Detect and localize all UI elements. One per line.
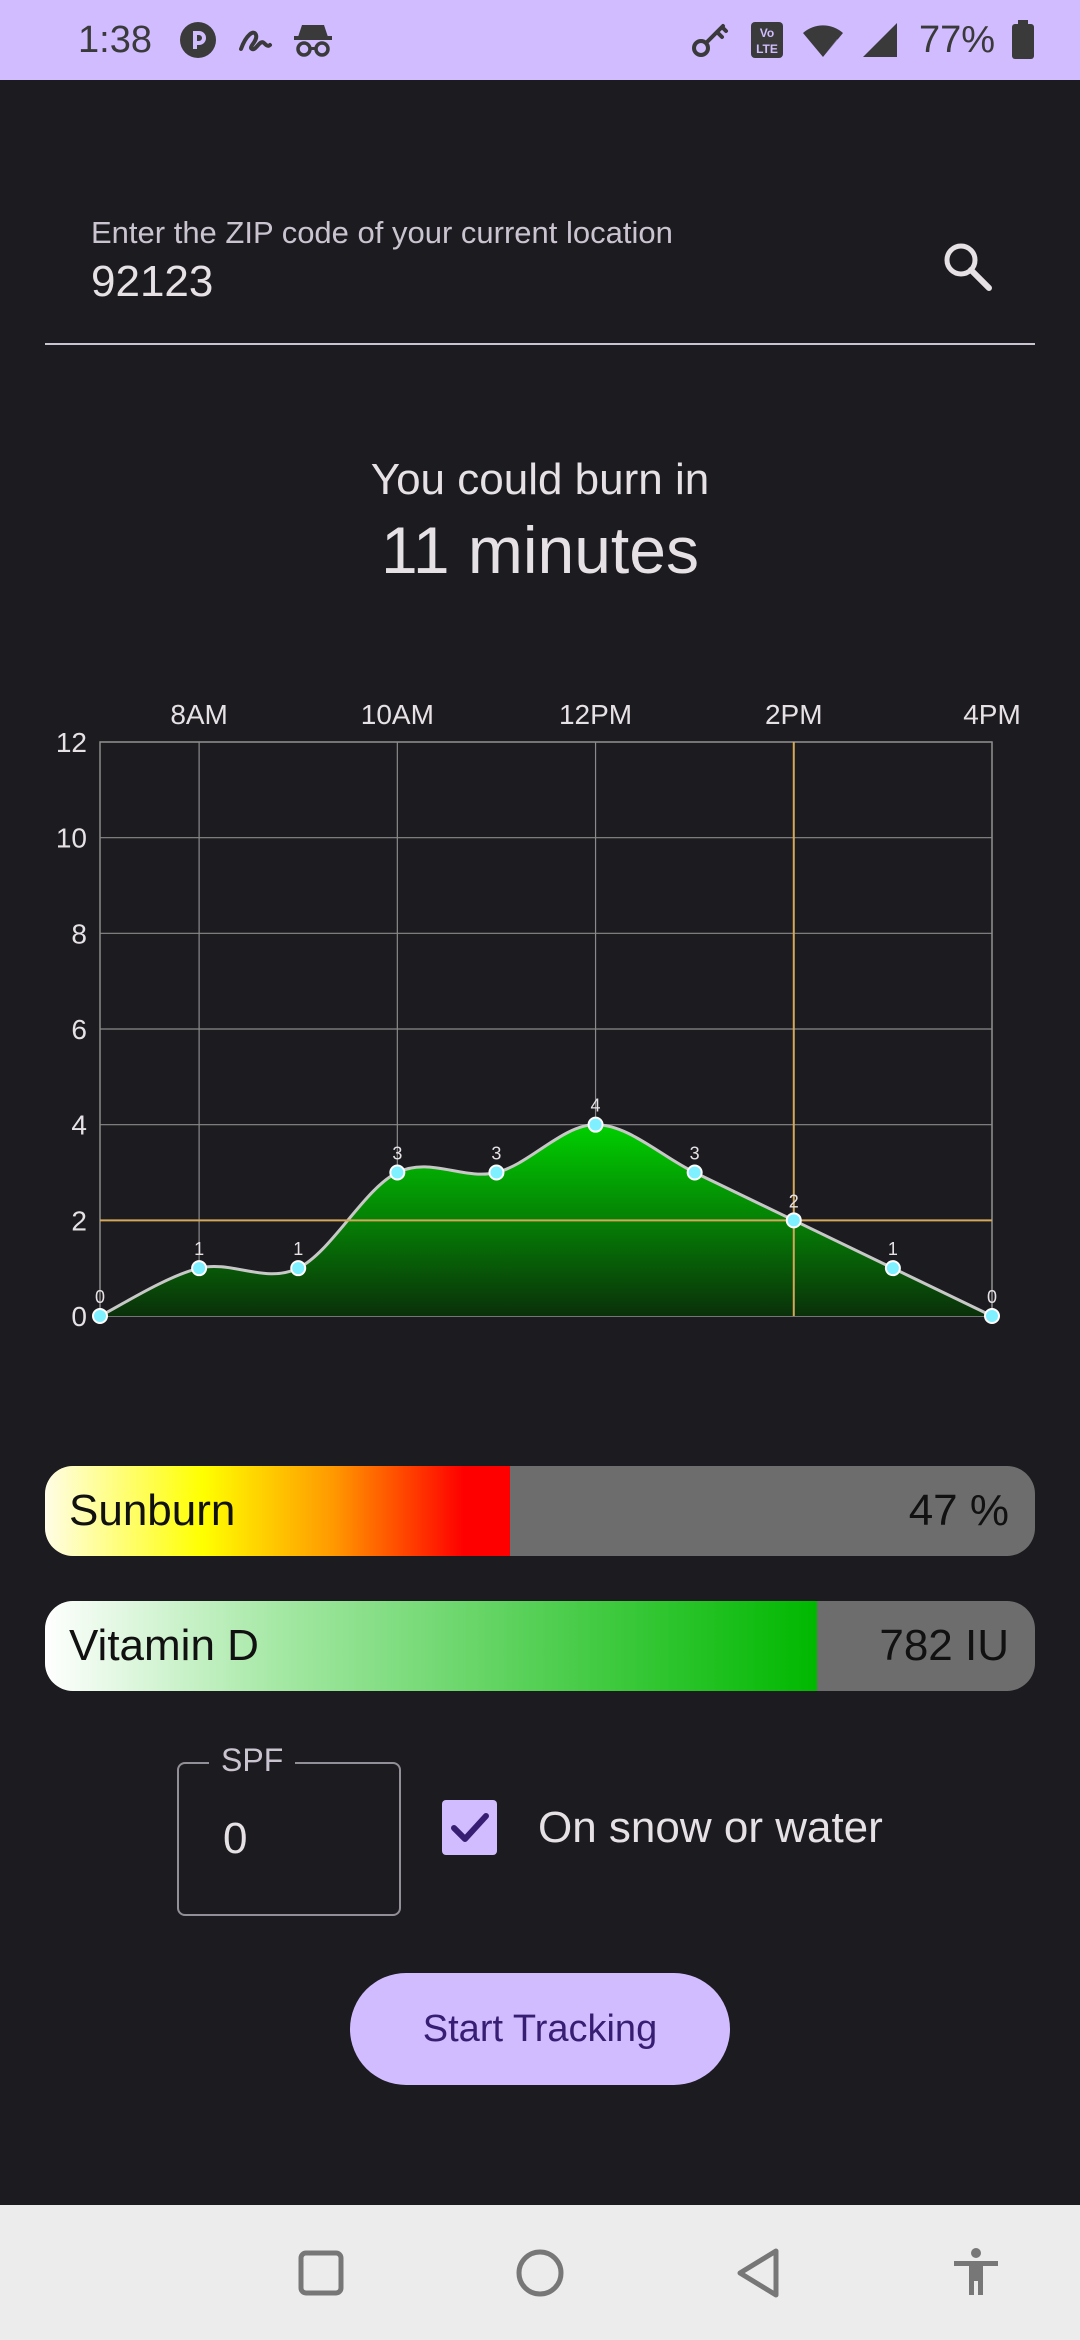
y-tick-label: 0 xyxy=(71,1301,87,1332)
y-tick-label: 8 xyxy=(71,918,87,949)
data-point xyxy=(191,1260,208,1277)
data-point xyxy=(785,1212,802,1229)
sunburn-value: 47 % xyxy=(908,1486,1009,1535)
start-tracking-button[interactable]: Start Tracking xyxy=(350,1973,730,2085)
y-tick-label: 10 xyxy=(56,823,87,854)
status-icons-left xyxy=(178,20,334,60)
snow-water-checkbox[interactable] xyxy=(442,1800,497,1855)
y-tick-label: 6 xyxy=(71,1014,87,1045)
status-bar: 1:38 Vo LTE 77% xyxy=(0,0,1080,80)
battery-percent: 77% xyxy=(918,18,995,61)
status-time: 1:38 xyxy=(78,18,152,61)
y-tick-label: 12 xyxy=(56,727,87,758)
x-tick-label: 2PM xyxy=(765,699,823,730)
zip-code-input[interactable]: 92123 xyxy=(91,257,213,307)
data-label: 1 xyxy=(888,1239,898,1259)
data-point xyxy=(290,1260,307,1277)
checkmark-icon xyxy=(451,1813,489,1842)
data-label: 3 xyxy=(491,1144,501,1164)
data-point xyxy=(587,1116,604,1133)
snow-water-label[interactable]: On snow or water xyxy=(538,1800,883,1856)
status-icons-right: Vo LTE 77% xyxy=(691,19,1035,62)
data-point xyxy=(686,1164,703,1181)
x-tick-label: 4PM xyxy=(963,699,1021,730)
wifi-icon xyxy=(801,21,845,59)
sunburn-label: Sunburn xyxy=(69,1486,236,1535)
zip-code-field[interactable]: Enter the ZIP code of your current locat… xyxy=(45,195,1035,345)
data-label: 0 xyxy=(95,1287,105,1307)
zip-code-label: Enter the ZIP code of your current locat… xyxy=(91,215,673,250)
y-tick-label: 4 xyxy=(71,1110,87,1141)
vitamin-d-label: Vitamin D xyxy=(69,1621,259,1670)
x-tick-label: 10AM xyxy=(361,699,434,730)
spf-label: SPF xyxy=(209,1742,296,1779)
data-label: 4 xyxy=(591,1096,601,1116)
data-point xyxy=(488,1164,505,1181)
data-point xyxy=(389,1164,406,1181)
data-label: 2 xyxy=(789,1191,799,1211)
data-label: 0 xyxy=(987,1287,997,1307)
data-label: 1 xyxy=(293,1239,303,1259)
signature-icon xyxy=(236,21,274,59)
x-tick-label: 8AM xyxy=(170,699,228,730)
data-point xyxy=(984,1308,1000,1324)
battery-icon xyxy=(1011,20,1035,60)
home-icon[interactable] xyxy=(512,2245,568,2301)
back-icon[interactable] xyxy=(732,2245,788,2301)
vitamin-d-value: 782 IU xyxy=(879,1621,1009,1670)
data-label: 1 xyxy=(194,1239,204,1259)
data-label: 3 xyxy=(690,1144,700,1164)
data-point xyxy=(884,1260,901,1277)
spf-input[interactable]: 0 xyxy=(223,1814,247,1864)
search-icon[interactable] xyxy=(939,238,995,294)
x-tick-label: 12PM xyxy=(559,699,632,730)
dnd-circle-icon xyxy=(178,20,218,60)
uv-index-chart[interactable]: 0246810128AM 10AM 12PM 2PM 4PM01 13 343210 xyxy=(0,680,1080,1340)
data-label: 3 xyxy=(392,1144,402,1164)
incognito-icon xyxy=(292,21,334,59)
svg-text:Vo: Vo xyxy=(760,26,774,40)
burn-caption: You could burn in xyxy=(370,455,710,504)
y-tick-label: 2 xyxy=(71,1205,87,1236)
accessibility-icon[interactable] xyxy=(948,2245,1004,2301)
navigation-bar xyxy=(0,2205,1080,2340)
recents-icon[interactable] xyxy=(293,2245,349,2301)
burn-time: 11 minutes xyxy=(381,513,699,587)
cell-signal-icon xyxy=(861,21,899,59)
volte-icon: Vo LTE xyxy=(749,20,785,60)
data-point xyxy=(92,1308,108,1324)
sunburn-progress-bar: Sunburn 47 % xyxy=(45,1466,1035,1556)
vitamin-d-progress-bar: Vitamin D 782 IU xyxy=(45,1601,1035,1691)
vpn-key-icon xyxy=(691,20,733,60)
spf-field[interactable]: SPF 0 xyxy=(177,1742,401,1916)
svg-text:LTE: LTE xyxy=(756,42,778,56)
